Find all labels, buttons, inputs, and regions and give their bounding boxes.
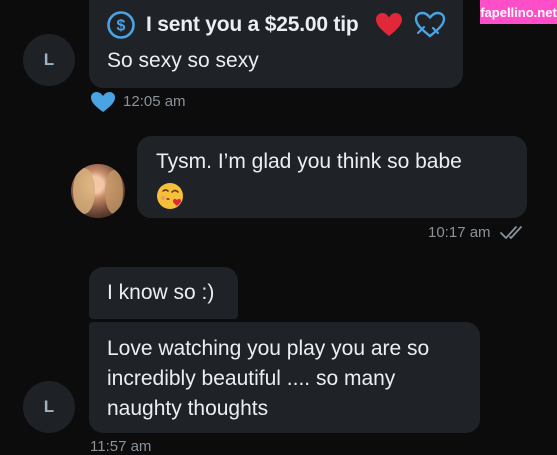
heart-icon <box>376 13 402 36</box>
long-message-time: 11:57 am <box>90 438 152 455</box>
avatar-initial: L <box>43 50 55 69</box>
short-message-bubble[interactable]: I know so :) <box>89 267 238 319</box>
double-check-icon <box>500 226 522 239</box>
short-message-text: I know so :) <box>107 281 215 304</box>
tip-message-text: So sexy so sexy <box>107 49 259 72</box>
long-message-line-1: Love watching you play you are so <box>107 337 430 360</box>
avatar-hair-right <box>105 170 123 214</box>
reply-message-bubble[interactable]: Tysm. I’m glad you think so babe <box>137 136 527 218</box>
kiss-emoji-icon <box>157 183 183 209</box>
long-message-line-3: naughty thoughts <box>107 397 269 420</box>
message-time: 12:05 am <box>123 93 186 110</box>
tip-message-bubble[interactable]: $ I sent you a $25.00 tip So sexy so sex… <box>89 0 463 88</box>
watermark-badge: fapellino.net <box>480 0 557 24</box>
svg-text:$: $ <box>117 18 126 35</box>
sender-avatar[interactable]: L <box>23 34 75 86</box>
reply-message-text: Tysm. I’m glad you think so babe <box>156 150 462 173</box>
like-heart-icon[interactable] <box>90 91 116 113</box>
long-message-line-2: incredibly beautiful .... so many <box>107 367 396 390</box>
avatar-initial: L <box>43 397 55 416</box>
dollar-icon: $ <box>107 11 135 39</box>
sender-avatar-2[interactable]: L <box>23 381 75 433</box>
creator-avatar[interactable] <box>71 164 125 218</box>
reply-time: 10:17 am <box>428 224 491 241</box>
long-message-bubble[interactable]: Love watching you play you are so incred… <box>89 322 480 433</box>
heart-outline-icon[interactable] <box>413 11 447 39</box>
avatar-hair <box>73 168 95 214</box>
tip-amount-text: I sent you a $25.00 tip <box>146 13 359 36</box>
